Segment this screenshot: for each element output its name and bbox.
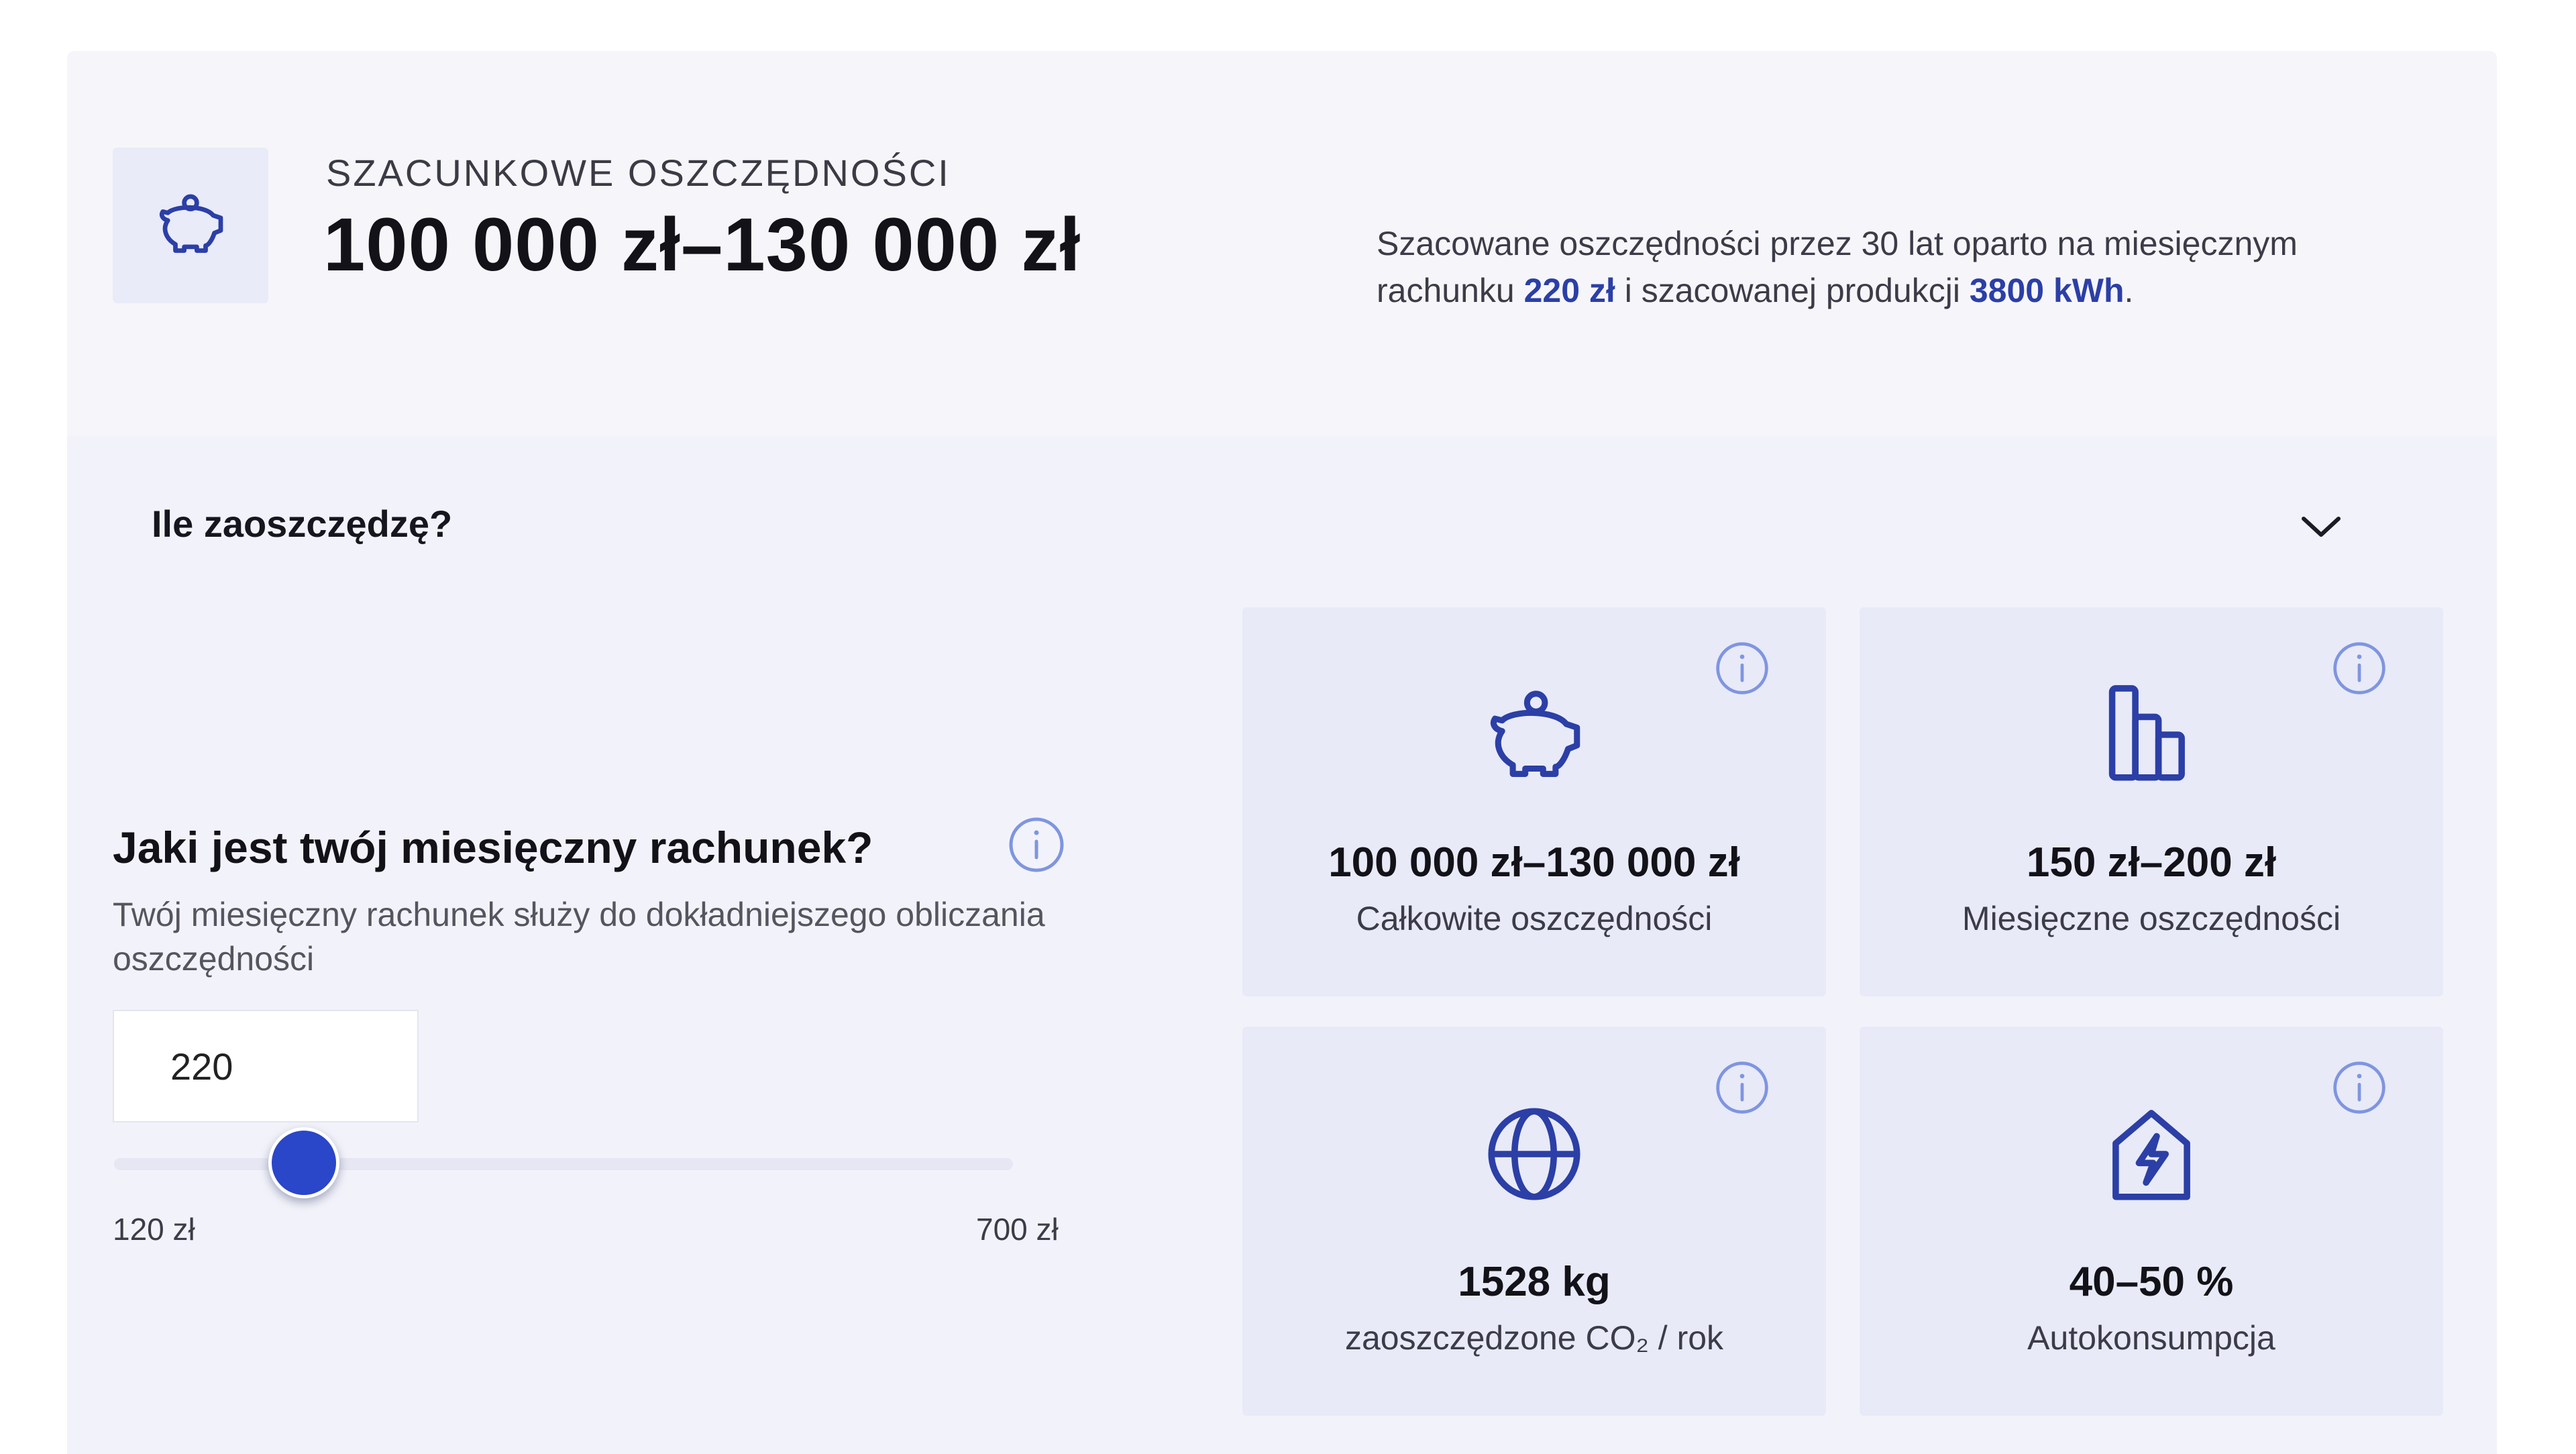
card-label: Miesięczne oszczędności [1962, 900, 2341, 937]
header-label: SZACUNKOWE OSZCZĘDNOŚCI [326, 152, 951, 194]
card-value: 150 zł–200 zł [2026, 839, 2277, 886]
monthly-bill-input[interactable] [113, 1010, 419, 1123]
autoconsumption-card: 40–50 % Autokonsumpcja [1860, 1027, 2443, 1416]
header-description: Szacowane oszczędności przez 30 lat opar… [1377, 220, 2369, 314]
card-label: Autokonsumpcja [2027, 1319, 2275, 1357]
info-icon[interactable] [2330, 1059, 2388, 1117]
info-icon[interactable] [1713, 639, 1771, 697]
bar-chart-icon [2108, 685, 2185, 781]
piggy-bank-icon [159, 194, 223, 253]
card-value: 40–50 % [2069, 1259, 2234, 1305]
bill-description: Twój miesięczny rachunek służy do dokład… [113, 896, 1045, 978]
bill-slider-thumb[interactable] [268, 1127, 340, 1198]
house-bolt-icon [2112, 1110, 2190, 1200]
co2-savings-card: 1528 kg zaoszczędzone CO₂ / rok [1242, 1027, 1826, 1416]
piggy-bank-icon [1490, 690, 1580, 777]
bill-question: Jaki jest twój miesięczny rachunek? [113, 823, 873, 872]
slider-min-label: 120 zł [113, 1212, 195, 1247]
header-savings-value: 100 000 zł–130 000 zł [323, 203, 1081, 287]
card-value: 100 000 zł–130 000 zł [1328, 839, 1740, 886]
bill-slider-track[interactable] [114, 1158, 1013, 1170]
globe-icon [1488, 1108, 1580, 1200]
description-text: i szacowanej produkcji [1615, 272, 1970, 309]
info-icon[interactable] [1006, 815, 1067, 875]
info-icon[interactable] [1713, 1059, 1771, 1117]
header-icon-box [113, 148, 268, 303]
accordion-title[interactable]: Ile zaoszczędzę? [152, 502, 452, 546]
card-label: Całkowite oszczędności [1356, 900, 1713, 937]
info-icon[interactable] [2330, 639, 2388, 697]
description-production-highlight: 3800 kWh [1969, 272, 2125, 309]
description-bill-highlight: 220 zł [1523, 272, 1615, 309]
card-value: 1528 kg [1458, 1259, 1611, 1305]
total-savings-card: 100 000 zł–130 000 zł Całkowite oszczędn… [1242, 607, 1826, 996]
card-label: zaoszczędzone CO₂ / rok [1344, 1319, 1724, 1357]
monthly-savings-card: 150 zł–200 zł Miesięczne oszczędności [1860, 607, 2443, 996]
description-end: . [2124, 272, 2134, 309]
slider-max-label: 700 zł [976, 1212, 1059, 1247]
chevron-down-icon[interactable] [2294, 507, 2348, 547]
